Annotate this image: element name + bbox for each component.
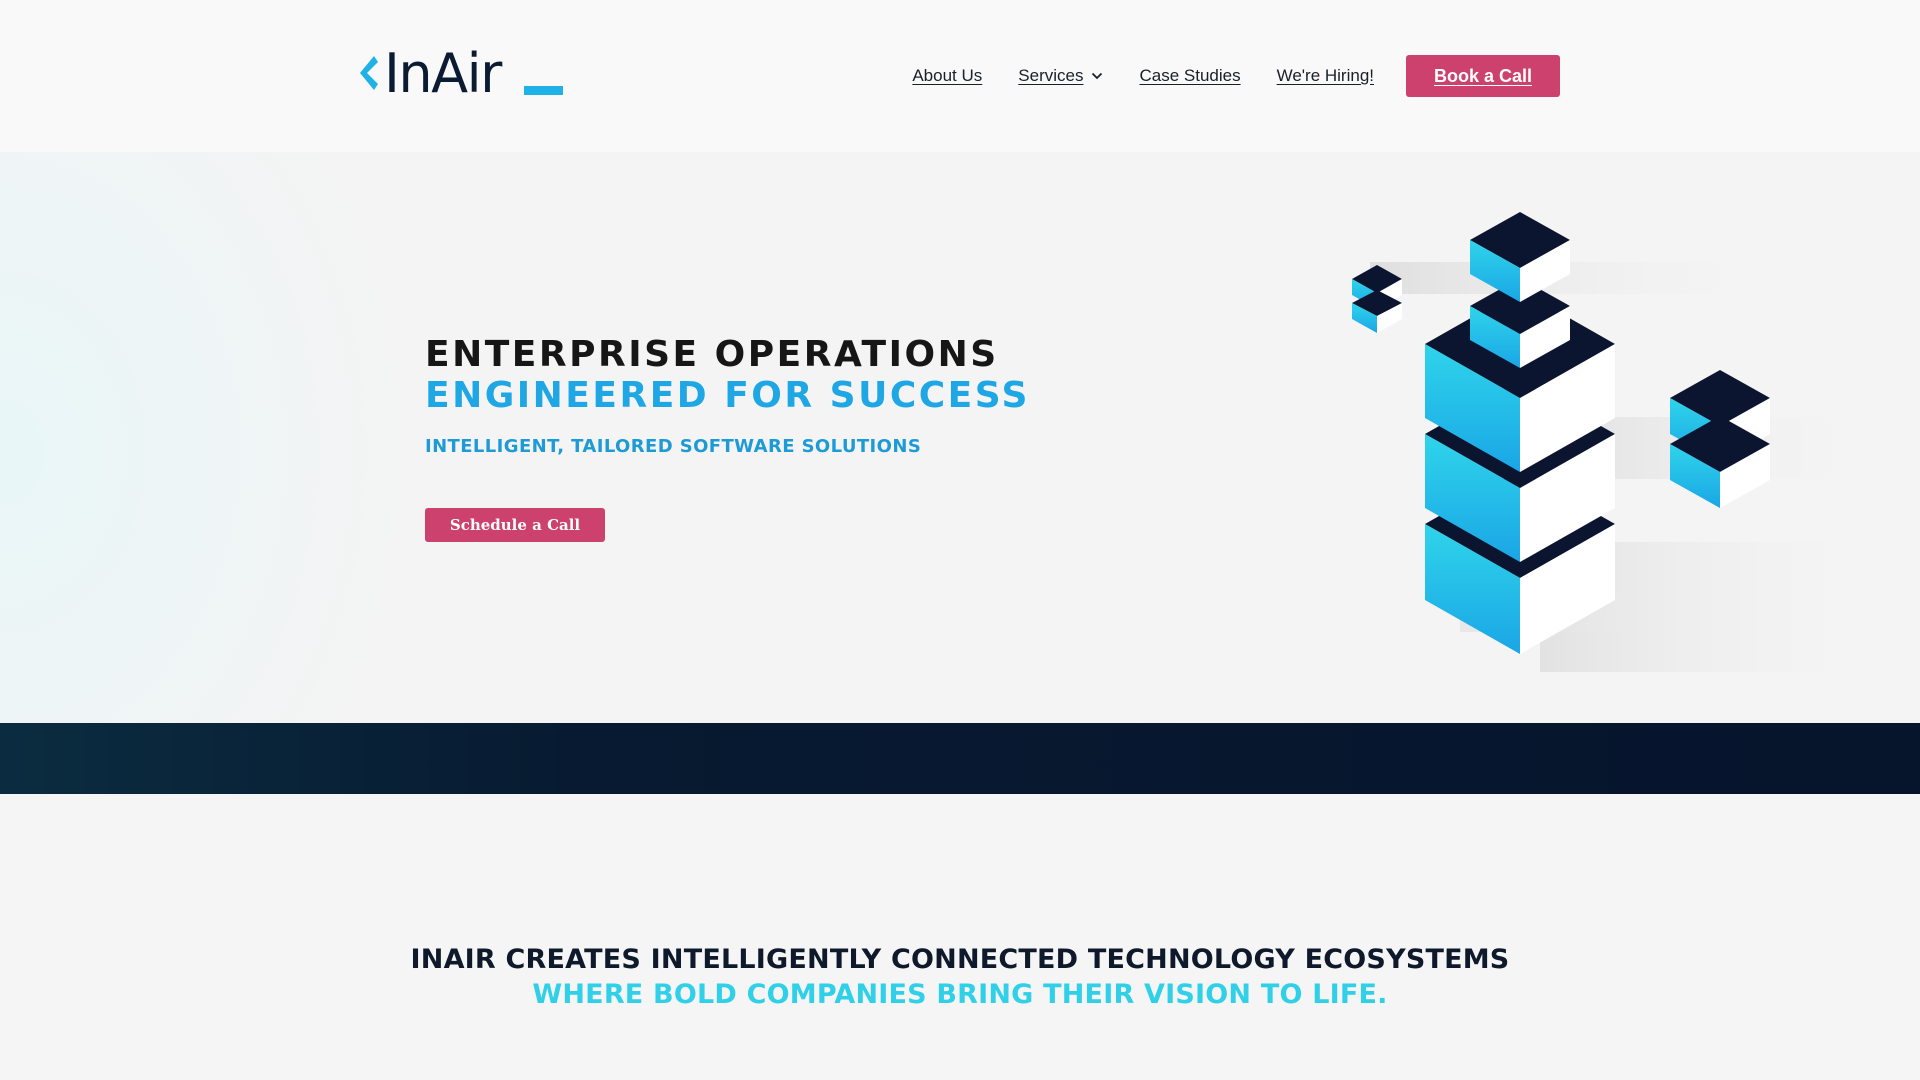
book-a-call-button[interactable]: Book a Call [1406,55,1560,97]
inair-logo[interactable]: InAir [358,42,563,105]
hero-subtitle: INTELLIGENT, TAILORED SOFTWARE SOLUTIONS [425,436,922,457]
logo-text: InAir [384,42,502,105]
logo-underscore [524,86,563,95]
small-cube-stack [1352,265,1402,333]
medium-cube-stack [1670,370,1770,508]
nav-about-us-label: About Us [912,66,983,85]
site-header: InAir About Us Services Case Studies We'… [0,0,1920,152]
schedule-a-call-label: Schedule a Call [449,516,581,534]
hero-title-line2: ENGINEERED FOR SUCCESS [425,375,1030,416]
dark-divider-band [0,723,1920,794]
nav-hiring-label: We're Hiring! [1276,66,1374,85]
statement-main-text: INAIR CREATES INTELLIGENTLY CONNECTED TE… [410,944,1510,975]
nav-about-us[interactable]: About Us [912,66,982,86]
hero-title: ENTERPRISE OPERATIONS ENGINEERED FOR SUC… [425,334,1030,416]
chevron-down-icon [1092,72,1103,80]
nav-case-studies-label: Case Studies [1139,66,1241,85]
mission-statement: INAIR CREATES INTELLIGENTLY CONNECTED TE… [360,942,1560,1012]
hero-title-line1: ENTERPRISE OPERATIONS [425,334,999,375]
nav-hiring[interactable]: We're Hiring! [1277,66,1374,86]
hero-section: ENTERPRISE OPERATIONS ENGINEERED FOR SUC… [0,152,1920,723]
schedule-a-call-button[interactable]: Schedule a Call [425,508,605,542]
nav-case-studies[interactable]: Case Studies [1139,66,1240,86]
book-a-call-label: Book a Call [1433,65,1533,86]
nav-services[interactable]: Services [1018,66,1103,86]
isometric-cubes-illustration [1352,212,1890,672]
chevron-left-icon [360,56,378,90]
statement-accent-text: WHERE BOLD COMPANIES BRING THEIR VISION … [532,979,1388,1010]
main-nav: About Us Services Case Studies We're Hir… [912,55,1560,97]
nav-services-label: Services [1018,66,1084,85]
